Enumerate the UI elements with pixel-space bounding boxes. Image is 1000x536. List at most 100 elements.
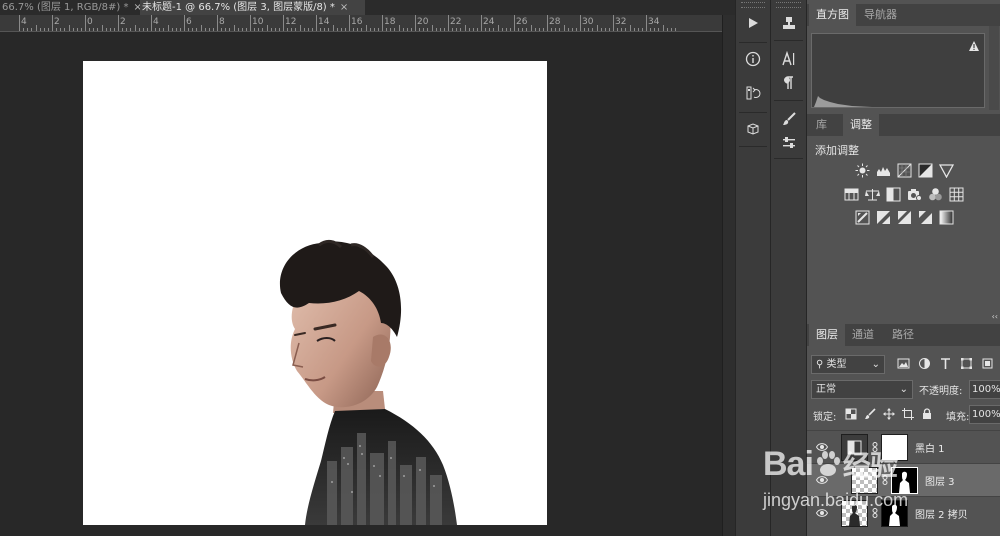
- document-canvas[interactable]: [83, 61, 547, 525]
- vibrance-icon[interactable]: [938, 163, 954, 178]
- warning-icon[interactable]: [968, 40, 980, 52]
- ruler-tick: [188, 28, 190, 31]
- ruler-tick: [658, 28, 660, 31]
- right-panels: 直方图 导航器 库 调整 添加调整 ‹‹ 图层 通道 路径 ⚲ 类型 ⌄ 正常 …: [806, 0, 1000, 536]
- color-lookup-icon[interactable]: [949, 187, 964, 202]
- levels-icon[interactable]: [876, 163, 891, 178]
- lock-position-icon[interactable]: [883, 408, 895, 420]
- hue-saturation-icon[interactable]: [844, 187, 859, 202]
- opacity-field[interactable]: 100%: [969, 380, 1000, 399]
- posterize-icon[interactable]: [876, 210, 891, 225]
- gradient-map-icon[interactable]: [939, 210, 954, 225]
- ruler-tick: [76, 28, 78, 31]
- adjustment-icon-row-3: [807, 210, 1000, 228]
- ruler-tick: [283, 15, 284, 31]
- filter-pixel-icon[interactable]: [897, 357, 910, 370]
- tab-navigator[interactable]: 导航器: [857, 4, 904, 26]
- tab-paths[interactable]: 路径: [885, 324, 921, 346]
- ruler-tick: [514, 15, 515, 31]
- lock-artboard-icon[interactable]: [902, 408, 914, 420]
- link-icon[interactable]: [872, 442, 878, 452]
- visibility-eye-icon[interactable]: [816, 475, 828, 485]
- canvas-vertical-scrollbar[interactable]: [722, 15, 735, 536]
- layer-mask-thumbnail[interactable]: [881, 500, 908, 527]
- tab-channels[interactable]: 通道: [845, 324, 881, 346]
- ruler-tick: [551, 28, 553, 31]
- ruler-tick: [382, 15, 383, 31]
- histogram-scrollbar[interactable]: [989, 26, 999, 110]
- lock-image-pixels-icon[interactable]: [864, 408, 876, 420]
- ruler-tick: [617, 28, 619, 31]
- ruler-tick: [646, 15, 647, 31]
- filter-adjustment-icon[interactable]: [918, 357, 931, 370]
- horizontal-ruler[interactable]: 4 2 0 2 4 6 8 10 12 14 16 18 20 22 24 26 28 30 32 34: [0, 15, 722, 32]
- ruler-tick: [460, 28, 462, 31]
- ruler-tick: [369, 28, 371, 31]
- fill-field[interactable]: 100%: [969, 405, 1000, 424]
- visibility-eye-icon[interactable]: [816, 442, 828, 452]
- paragraph-icon[interactable]: [774, 68, 804, 98]
- tab-libraries[interactable]: 库: [809, 114, 834, 136]
- document-tab-untitled-1[interactable]: 未标题-1 @ 66.7% (图层 3, 图层蒙版/8) * ×: [140, 0, 365, 15]
- curves-icon[interactable]: [897, 163, 912, 178]
- filter-smart-object-icon[interactable]: [981, 357, 994, 370]
- blend-mode-select[interactable]: 正常 ⌄: [811, 380, 913, 399]
- brush-settings-icon[interactable]: [774, 128, 804, 158]
- history-icon[interactable]: [738, 78, 768, 108]
- document-tab-layer1[interactable]: 66.7% (图层 1, RGB/8#) * ×: [0, 0, 142, 15]
- ruler-label: 6: [186, 17, 192, 27]
- threshold-icon[interactable]: [897, 210, 912, 225]
- link-icon[interactable]: [872, 508, 878, 518]
- exposure-icon[interactable]: [918, 163, 933, 178]
- 3d-icon[interactable]: [738, 114, 768, 144]
- ruler-tick: [390, 28, 392, 31]
- dock-separator: [739, 42, 767, 43]
- ruler-tick: [85, 15, 86, 31]
- brightness-contrast-icon[interactable]: [855, 163, 870, 178]
- lock-transparency-icon[interactable]: [845, 408, 857, 420]
- close-tab-icon[interactable]: ×: [340, 2, 348, 13]
- selective-color-icon[interactable]: [918, 210, 933, 225]
- ruler-tick: [192, 28, 194, 31]
- tab-adjustments[interactable]: 调整: [843, 114, 879, 136]
- color-balance-icon[interactable]: [865, 187, 880, 202]
- ruler-tick: [130, 28, 132, 31]
- chevron-down-icon: ⌄: [899, 384, 908, 395]
- visibility-eye-icon[interactable]: [816, 508, 828, 518]
- filter-shape-icon[interactable]: [960, 357, 973, 370]
- ruler-tick: [35, 25, 37, 31]
- clone-source-icon[interactable]: [774, 8, 804, 38]
- black-white-icon[interactable]: [886, 187, 901, 202]
- ruler-tick: [637, 28, 639, 31]
- actions-play-icon[interactable]: [738, 8, 768, 38]
- ruler-tick: [274, 28, 276, 31]
- dock-separator: [774, 158, 803, 159]
- info-icon[interactable]: [738, 44, 768, 74]
- canvas-workspace[interactable]: [0, 32, 722, 536]
- layer-filter-select[interactable]: ⚲ 类型 ⌄: [811, 355, 885, 374]
- layer-row-black-white-1[interactable]: 黑白 1: [807, 430, 1000, 463]
- invert-icon[interactable]: [855, 210, 870, 225]
- collapse-panels-icon[interactable]: ‹‹: [992, 312, 998, 321]
- layer-row-layer-2-copy[interactable]: 图层 2 拷贝: [807, 496, 1000, 536]
- tab-histogram[interactable]: 直方图: [809, 4, 856, 26]
- ruler-tick: [146, 28, 148, 31]
- layer-row-layer-3[interactable]: 图层 3: [807, 463, 1000, 496]
- tab-layers[interactable]: 图层: [809, 324, 845, 346]
- layer-mask-thumbnail[interactable]: [891, 467, 918, 494]
- ruler-tick: [542, 28, 544, 31]
- search-icon: ⚲: [816, 359, 824, 370]
- photo-filter-icon[interactable]: [907, 187, 922, 202]
- layer-mask-thumbnail[interactable]: [881, 434, 908, 461]
- ruler-label: 32: [615, 17, 627, 27]
- link-icon[interactable]: [882, 475, 888, 485]
- ruler-tick: [501, 28, 503, 31]
- channel-mixer-icon[interactable]: [928, 187, 943, 202]
- lock-all-icon[interactable]: [921, 408, 933, 420]
- ruler-tick: [225, 28, 227, 31]
- ruler-tick: [97, 28, 99, 31]
- ruler-tick: [39, 28, 41, 31]
- filter-type-icon[interactable]: [939, 357, 952, 370]
- adjustment-icon-row-2: [807, 187, 1000, 205]
- layer-thumbnail: [841, 500, 868, 527]
